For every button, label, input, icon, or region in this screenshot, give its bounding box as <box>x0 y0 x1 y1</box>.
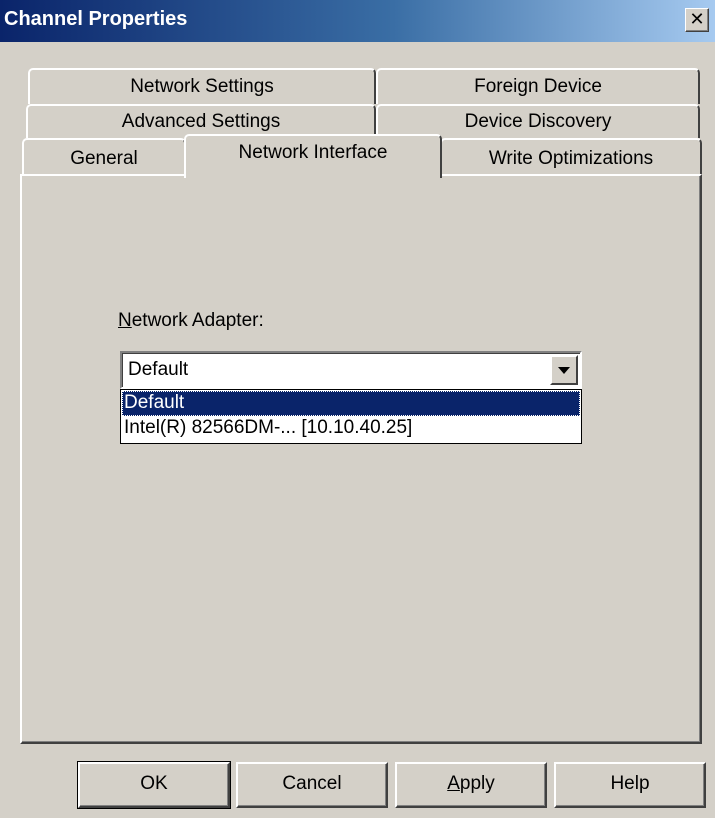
dropdown-option-default[interactable]: Default <box>122 391 580 416</box>
cancel-button[interactable]: Cancel <box>236 762 388 808</box>
help-button[interactable]: Help <box>554 762 706 808</box>
tab-advanced-settings[interactable]: Advanced Settings <box>26 104 376 138</box>
apply-button[interactable]: Apply <box>395 762 547 808</box>
dropdown-button[interactable] <box>550 355 578 385</box>
chevron-down-icon <box>558 367 570 374</box>
tab-network-settings[interactable]: Network Settings <box>28 68 376 104</box>
tab-label: Network Settings <box>130 76 274 97</box>
tab-panel-network-interface: Network Adapter: Default Default Intel(R… <box>20 174 702 744</box>
network-adapter-dropdown-list[interactable]: Default Intel(R) 82566DM-... [10.10.40.2… <box>120 389 582 444</box>
ok-button[interactable]: OK <box>77 761 231 809</box>
accelerator-char: N <box>118 310 132 331</box>
tab-network-interface[interactable]: Network Interface <box>184 134 442 178</box>
tab-foreign-device[interactable]: Foreign Device <box>376 68 700 104</box>
title-bar[interactable]: Channel Properties ✕ <box>0 0 715 42</box>
tab-label: Network Interface <box>238 142 388 163</box>
tab-device-discovery[interactable]: Device Discovery <box>376 104 700 138</box>
combobox-value: Default <box>128 359 189 380</box>
network-adapter-label: Network Adapter: <box>118 310 264 331</box>
window-title: Channel Properties <box>4 8 188 30</box>
close-icon: ✕ <box>689 9 705 29</box>
tab-label: General <box>70 148 138 169</box>
tab-general[interactable]: General <box>22 138 186 176</box>
tab-label: Device Discovery <box>464 111 612 132</box>
dropdown-option-intel-adapter[interactable]: Intel(R) 82566DM-... [10.10.40.25] <box>122 416 580 441</box>
network-adapter-combobox[interactable]: Default <box>120 351 582 389</box>
tab-label: Foreign Device <box>474 76 602 97</box>
tab-label: Advanced Settings <box>121 111 281 132</box>
close-button[interactable]: ✕ <box>685 8 709 32</box>
tab-label: Write Optimizations <box>488 148 654 169</box>
tab-write-optimizations[interactable]: Write Optimizations <box>440 138 702 176</box>
